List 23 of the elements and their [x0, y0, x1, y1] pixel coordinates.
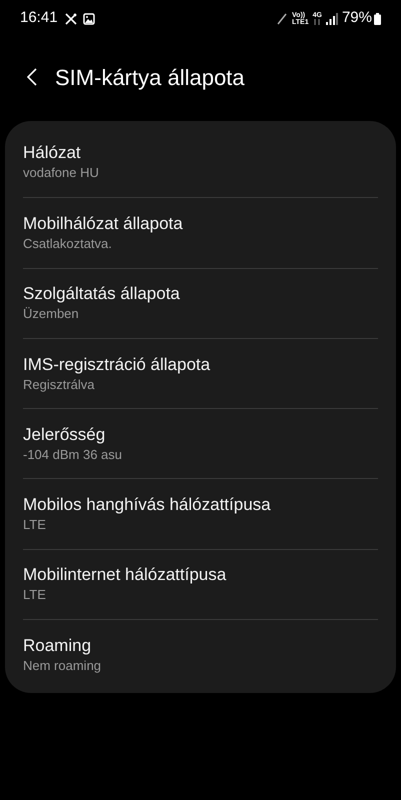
- clock: 16:41: [20, 8, 58, 28]
- item-value: LTE: [23, 516, 47, 534]
- item-value: Regisztrálva: [23, 376, 96, 394]
- item-title: Szolgáltatás állapota: [23, 283, 181, 306]
- item-title: Hálózat: [23, 142, 82, 164]
- image-icon: [82, 12, 95, 24]
- item-value: LTE: [23, 586, 47, 604]
- battery-percent: 79%: [342, 8, 372, 28]
- item-title: Roaming: [23, 634, 92, 657]
- tools-icon: [64, 12, 77, 24]
- item-value: Nem roaming: [23, 656, 102, 675]
- item-title: IMS-regisztráció állapota: [23, 354, 212, 376]
- battery-icon: [374, 12, 381, 24]
- item-title: Jelerősség: [23, 424, 106, 446]
- item-title: Mobilhálózat állapota: [23, 212, 184, 235]
- item-value: vodafone HU: [23, 164, 100, 182]
- item-value: Üzemben: [23, 305, 80, 324]
- item-value: Csatlakoztatva.: [23, 234, 113, 253]
- item-title: Mobilinternet hálózattípusa: [23, 564, 228, 586]
- item-value: -104 dBm 36 asu: [23, 446, 124, 464]
- page-title: SIM-kártya állapota: [55, 64, 245, 92]
- item-title: Mobilos hanghívás hálózattípusa: [23, 494, 272, 516]
- signal-icon: [326, 12, 338, 24]
